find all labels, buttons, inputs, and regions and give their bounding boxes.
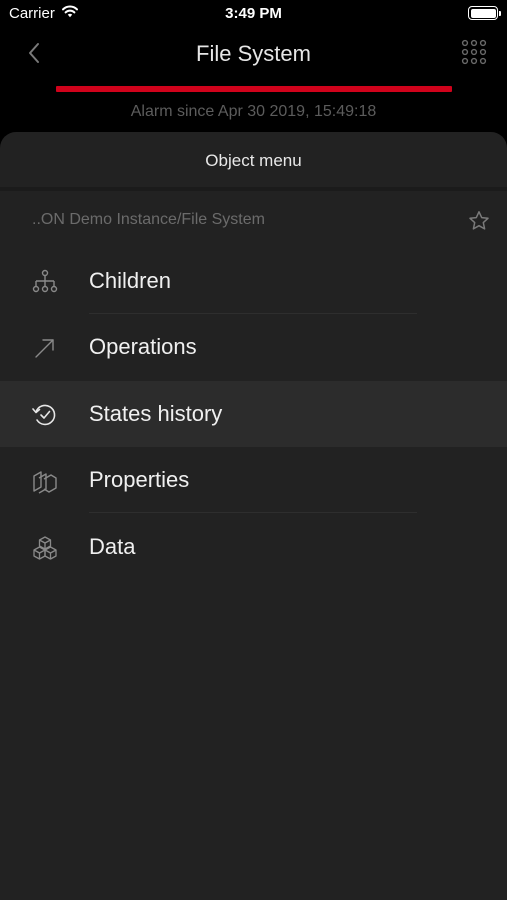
menu-item-label: Properties xyxy=(89,467,190,492)
divider xyxy=(89,512,417,513)
hierarchy-icon xyxy=(32,269,58,293)
page-title: File System xyxy=(196,41,311,66)
history-icon xyxy=(32,404,56,426)
menu-item-label: Data xyxy=(89,534,136,559)
grid-menu-icon[interactable] xyxy=(461,39,487,65)
menu-item-operations[interactable]: Operations xyxy=(0,314,507,380)
sheet-title: Object menu xyxy=(205,151,302,170)
cubes-icon xyxy=(33,536,57,560)
object-path: ..ON Demo Instance/File System xyxy=(32,211,265,228)
menu-item-properties[interactable]: Properties xyxy=(0,447,507,513)
menu-item-label: Operations xyxy=(89,334,197,359)
clock: 3:49 PM xyxy=(225,5,282,22)
star-icon[interactable] xyxy=(467,209,491,233)
object-menu-sheet: Object menu ..ON Demo Instance/File Syst… xyxy=(0,132,507,900)
menu-item-data[interactable]: Data xyxy=(0,514,507,580)
sheet-divider xyxy=(0,187,507,191)
menu-item-states-history[interactable]: States history xyxy=(0,381,507,447)
menu-item-label: Children xyxy=(89,268,171,293)
alarm-status-text: Alarm since Apr 30 2019, 15:49:18 xyxy=(130,103,377,120)
alarm-indicator-bar xyxy=(56,86,452,92)
menu-item-children[interactable]: Children xyxy=(0,248,507,314)
arrow-up-right-icon xyxy=(35,339,54,358)
nav-bar: File System xyxy=(0,30,507,78)
status-bar: Carrier 3:49 PM xyxy=(0,0,507,30)
layers-icon xyxy=(33,471,57,494)
battery-icon xyxy=(468,6,501,20)
menu-item-label: States history xyxy=(89,401,223,426)
